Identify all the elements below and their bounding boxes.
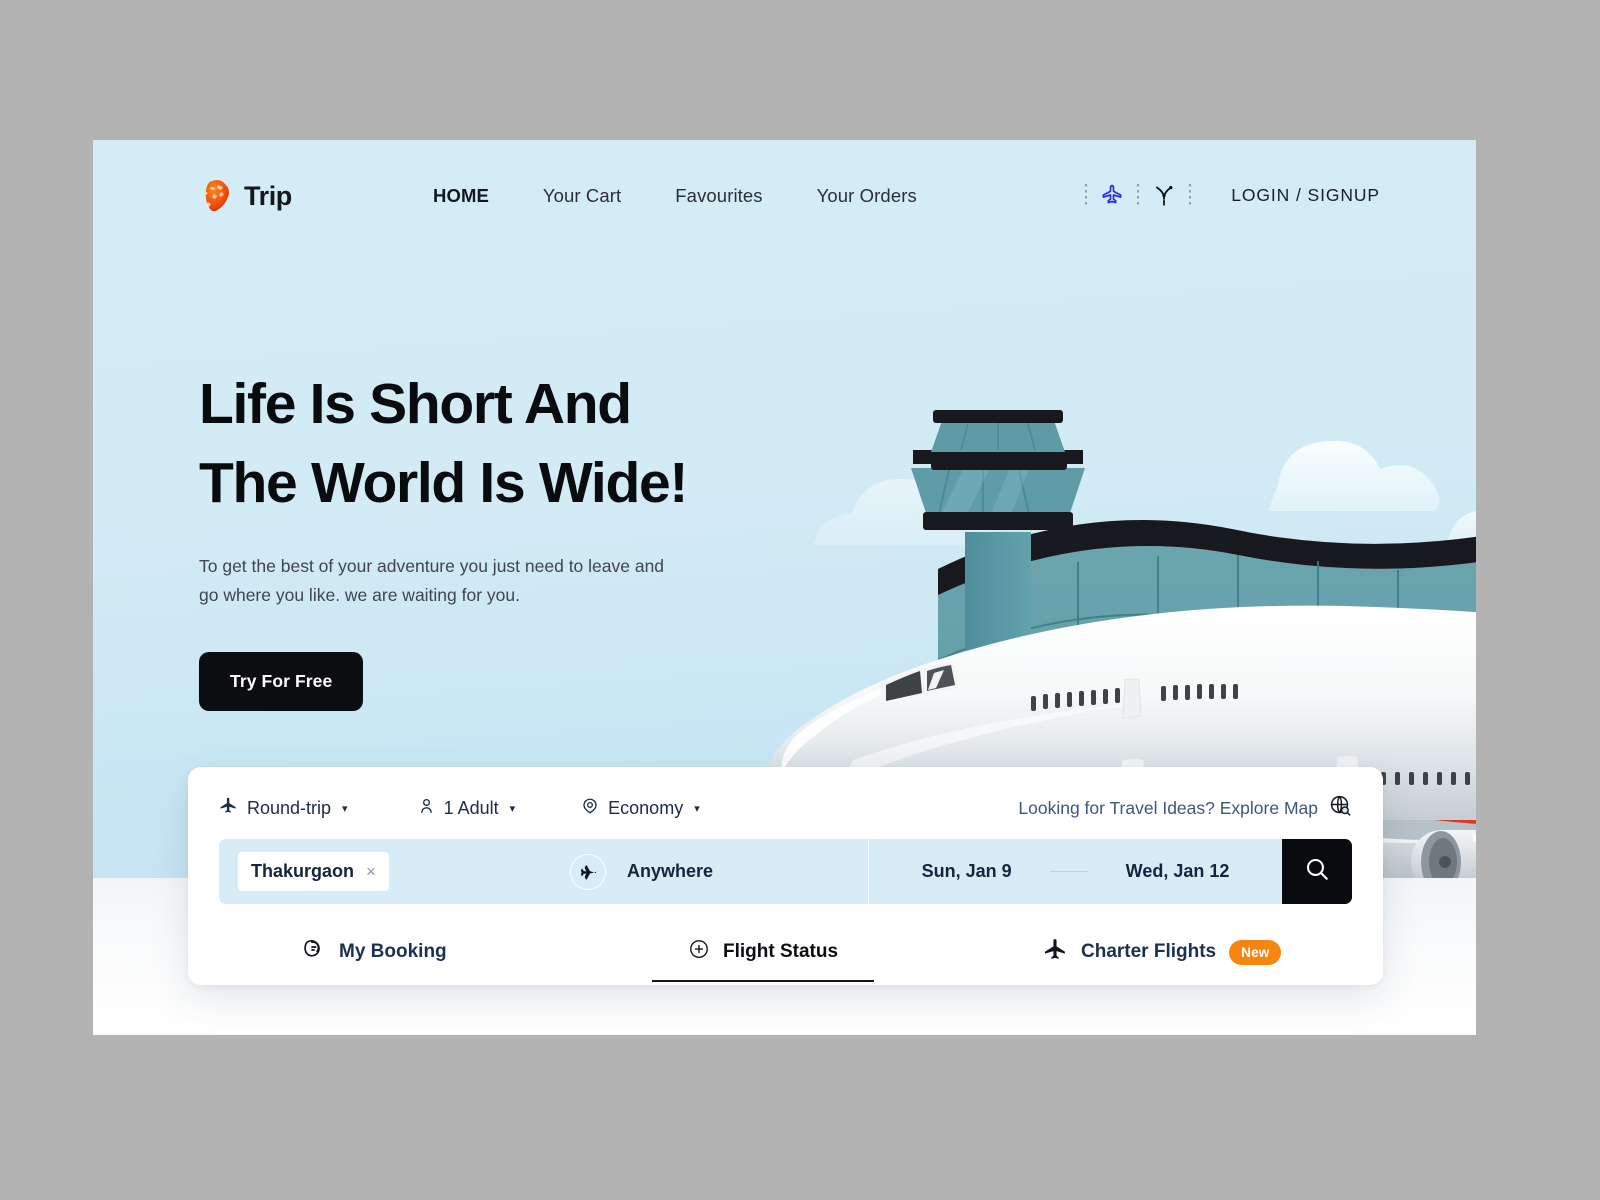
tab-label: My Booking [339, 941, 447, 962]
svg-text:DEPARTURES: DEPARTURES [1426, 728, 1476, 740]
person-icon [418, 797, 435, 820]
hero-title-line-2: The World Is Wide! [199, 450, 688, 515]
divider [1137, 184, 1140, 206]
explore-map-link[interactable]: Looking for Travel Ideas? Explore Map [1018, 794, 1352, 822]
tab-label: Flight Status [723, 941, 839, 962]
search-button[interactable] [1282, 839, 1352, 904]
passenger-selector[interactable]: 1 Adult ▾ [418, 797, 516, 820]
chevron-down-icon: ▾ [694, 802, 700, 815]
tab-my-booking[interactable]: My Booking [302, 937, 447, 967]
site-header: Trip HOME Your Cart Favourites Your Orde… [93, 140, 1476, 255]
tab-flight-status[interactable]: Flight Status [652, 938, 875, 982]
origin-field[interactable]: Thakurgaon × [219, 839, 549, 904]
hero-copy: Life Is Short And The World Is Wide! To … [199, 365, 819, 712]
try-for-free-button[interactable]: Try For Free [199, 652, 364, 712]
brand-name: Trip [244, 180, 292, 211]
departures-sign: DOMESTIC DEPARTURES [1378, 700, 1476, 752]
svg-text:DOMESTIC: DOMESTIC [1426, 715, 1476, 726]
tab-label: Charter Flights [1081, 941, 1217, 962]
engine [1411, 830, 1476, 878]
status-badge: New [1229, 939, 1282, 965]
main-nav: HOME Your Cart Favourites Your Orders [433, 185, 917, 207]
cabin-class-label: Economy [608, 797, 684, 818]
secondary-tabs: My Booking Flight Status Charter Flights… [188, 919, 1383, 985]
ticket-icon [302, 937, 326, 967]
explore-map-label: Looking for Travel Ideas? Explore Map [1018, 797, 1318, 818]
close-icon[interactable]: × [366, 863, 376, 880]
date-range-field[interactable]: Sun, Jan 9 Wed, Jan 12 [868, 839, 1282, 904]
hero-title-line-1: Life Is Short And [199, 372, 632, 436]
login-signup-button[interactable]: LOGIN / SIGNUP [1231, 185, 1380, 206]
divider [1189, 184, 1192, 206]
destination-value: Anywhere [627, 861, 714, 881]
globe-icon [199, 177, 235, 215]
chevron-down-icon: ▾ [342, 802, 348, 815]
swap-button[interactable] [549, 839, 627, 904]
divider [1085, 184, 1088, 206]
nav-item-home[interactable]: HOME [433, 185, 489, 207]
date-range-dash [1049, 870, 1088, 873]
seat-icon [581, 797, 599, 820]
header-actions: LOGIN / SIGNUP [1073, 182, 1380, 208]
airplane-icon [219, 796, 238, 820]
page-title: Life Is Short And The World Is Wide! [199, 365, 819, 522]
plus-circle-icon [688, 938, 710, 966]
trip-type-label: Round-trip [247, 797, 332, 818]
search-fields-row: Thakurgaon × Anywhere Sun, Jan 9 Wed, Ja… [219, 839, 1352, 904]
nav-item-your-orders[interactable]: Your Orders [817, 185, 917, 207]
warning-sign: WARNING [1296, 703, 1364, 737]
origin-value: Thakurgaon [251, 861, 355, 881]
origin-chip[interactable]: Thakurgaon × [238, 852, 389, 891]
destination-field[interactable]: Anywhere [627, 839, 868, 904]
flight-search-card: Round-trip ▾ 1 Adult ▾ Economy ▾ Looking… [188, 767, 1383, 985]
return-date[interactable]: Wed, Jan 12 [1126, 861, 1230, 882]
cabin-class-selector[interactable]: Economy ▾ [581, 797, 700, 820]
hero-subtitle: To get the best of your adventure you ju… [199, 556, 665, 606]
airplane-up-icon [1043, 937, 1068, 968]
search-options-row: Round-trip ▾ 1 Adult ▾ Economy ▾ Looking… [219, 791, 1352, 825]
depart-date[interactable]: Sun, Jan 9 [922, 861, 1012, 882]
nav-item-favourites[interactable]: Favourites [675, 185, 762, 207]
page-root: AIRPORT WARNING DOMESTIC DEPARTURES [93, 140, 1476, 1035]
airport-sign-text: AIRPORT [1166, 654, 1312, 687]
trip-type-selector[interactable]: Round-trip ▾ [219, 796, 348, 820]
active-tab-indicator [652, 979, 875, 982]
globe-search-icon [1329, 794, 1352, 822]
airplane-icon [570, 853, 606, 890]
tab-charter-flights[interactable]: Charter Flights New [1043, 937, 1282, 968]
nav-item-your-cart[interactable]: Your Cart [543, 185, 621, 207]
airplane-icon[interactable] [1099, 182, 1125, 208]
svg-text:WARNING: WARNING [1304, 707, 1331, 713]
brand-logo[interactable]: Trip [199, 177, 292, 215]
chevron-down-icon: ▾ [509, 802, 516, 815]
search-icon [1304, 856, 1330, 887]
passenger-label: 1 Adult [443, 797, 499, 818]
route-fork-icon[interactable] [1151, 182, 1177, 208]
